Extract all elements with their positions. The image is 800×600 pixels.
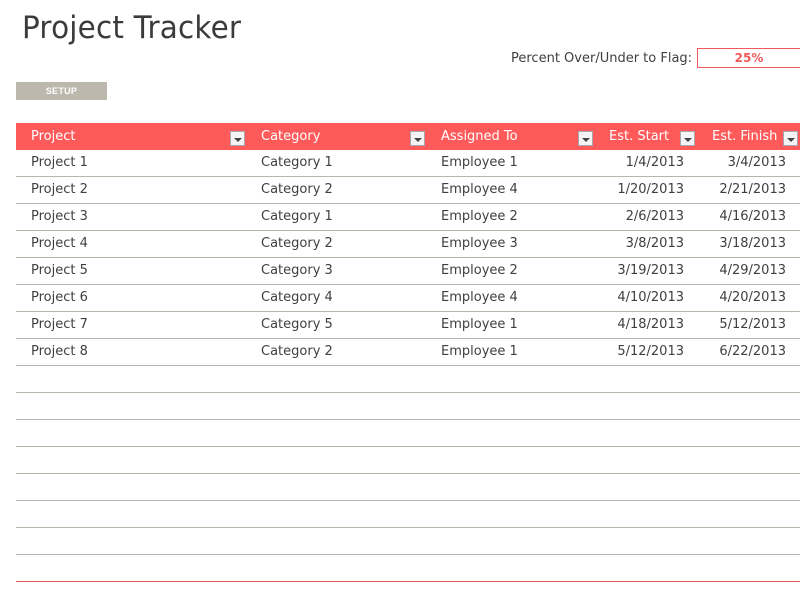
cell-project[interactable]: Project 8 (31, 339, 88, 365)
table-row[interactable]: Project 5 Category 3 Employee 2 3/19/2013 4/… (16, 258, 800, 285)
dropdown-filter-icon[interactable] (680, 131, 695, 146)
cell-est-start[interactable]: 3/8/2013 (626, 231, 684, 257)
setup-button[interactable]: SETUP (16, 82, 107, 100)
cell-assigned-to[interactable]: Employee 1 (441, 312, 518, 338)
cell-category[interactable]: Category 2 (261, 339, 333, 365)
column-label: Est. Start (609, 129, 670, 144)
cell-project[interactable]: Project 3 (31, 204, 88, 230)
cell-project[interactable]: Project 1 (31, 150, 88, 176)
cell-est-start[interactable]: 4/10/2013 (617, 285, 684, 311)
column-label: Project (31, 129, 76, 144)
table-row[interactable]: Project 2 Category 2 Employee 4 1/20/2013 2/… (16, 177, 800, 204)
column-label: Assigned To (441, 129, 518, 144)
flag-percent-input[interactable]: 25% (697, 48, 800, 68)
cell-est-start[interactable]: 5/12/2013 (617, 339, 684, 365)
empty-table-row[interactable] (16, 366, 800, 393)
dropdown-filter-icon[interactable] (410, 131, 425, 146)
table-row[interactable]: Project 4 Category 2 Employee 3 3/8/2013 3/1… (16, 231, 800, 258)
empty-table-row[interactable] (16, 447, 800, 474)
cell-assigned-to[interactable]: Employee 3 (441, 231, 518, 257)
cell-est-finish[interactable]: 6/22/2013 (719, 339, 786, 365)
cell-assigned-to[interactable]: Employee 2 (441, 258, 518, 284)
table-header: Project Category Assigned To Est. Start … (16, 123, 800, 150)
cell-est-finish[interactable]: 3/18/2013 (719, 231, 786, 257)
dropdown-filter-icon[interactable] (230, 131, 245, 146)
cell-est-finish[interactable]: 4/29/2013 (719, 258, 786, 284)
cell-est-start[interactable]: 3/19/2013 (617, 258, 684, 284)
cell-est-start[interactable]: 4/18/2013 (617, 312, 684, 338)
column-label: Category (261, 129, 321, 144)
empty-table-row[interactable] (16, 528, 800, 555)
cell-est-start[interactable]: 1/20/2013 (617, 177, 684, 203)
cell-est-finish[interactable]: 4/20/2013 (719, 285, 786, 311)
empty-table-row[interactable] (16, 474, 800, 501)
cell-category[interactable]: Category 1 (261, 204, 333, 230)
column-label: Est. Finish (712, 129, 778, 144)
table-row[interactable]: Project 6 Category 4 Employee 4 4/10/2013 4/… (16, 285, 800, 312)
cell-assigned-to[interactable]: Employee 1 (441, 339, 518, 365)
dropdown-filter-icon[interactable] (578, 131, 593, 146)
empty-table-row[interactable] (16, 393, 800, 420)
cell-est-start[interactable]: 2/6/2013 (626, 204, 684, 230)
cell-project[interactable]: Project 4 (31, 231, 88, 257)
project-table: Project Category Assigned To Est. Start … (16, 123, 800, 582)
empty-table-row[interactable] (16, 420, 800, 447)
table-row[interactable]: Project 1 Category 1 Employee 1 1/4/2013 3/4… (16, 150, 800, 177)
cell-assigned-to[interactable]: Employee 2 (441, 204, 518, 230)
cell-assigned-to[interactable]: Employee 1 (441, 150, 518, 176)
cell-project[interactable]: Project 6 (31, 285, 88, 311)
table-body: Project 1 Category 1 Employee 1 1/4/2013 3/4… (16, 150, 800, 582)
cell-assigned-to[interactable]: Employee 4 (441, 285, 518, 311)
dropdown-filter-icon[interactable] (783, 131, 798, 146)
empty-table-row[interactable] (16, 555, 800, 582)
cell-category[interactable]: Category 3 (261, 258, 333, 284)
cell-category[interactable]: Category 4 (261, 285, 333, 311)
empty-table-row[interactable] (16, 501, 800, 528)
cell-project[interactable]: Project 5 (31, 258, 88, 284)
cell-est-start[interactable]: 1/4/2013 (626, 150, 684, 176)
flag-percent-label: Percent Over/Under to Flag: (511, 51, 693, 66)
cell-est-finish[interactable]: 4/16/2013 (719, 204, 786, 230)
cell-est-finish[interactable]: 5/12/2013 (719, 312, 786, 338)
cell-est-finish[interactable]: 2/21/2013 (719, 177, 786, 203)
cell-category[interactable]: Category 2 (261, 231, 333, 257)
table-row[interactable]: Project 3 Category 1 Employee 2 2/6/2013 4/1… (16, 204, 800, 231)
cell-project[interactable]: Project 7 (31, 312, 88, 338)
page-title: Project Tracker (22, 10, 242, 46)
cell-assigned-to[interactable]: Employee 4 (441, 177, 518, 203)
table-row[interactable]: Project 7 Category 5 Employee 1 4/18/2013 5/… (16, 312, 800, 339)
cell-est-finish[interactable]: 3/4/2013 (728, 150, 786, 176)
cell-project[interactable]: Project 2 (31, 177, 88, 203)
cell-category[interactable]: Category 2 (261, 177, 333, 203)
cell-category[interactable]: Category 5 (261, 312, 333, 338)
table-row[interactable]: Project 8 Category 2 Employee 1 5/12/2013 6/… (16, 339, 800, 366)
cell-category[interactable]: Category 1 (261, 150, 333, 176)
